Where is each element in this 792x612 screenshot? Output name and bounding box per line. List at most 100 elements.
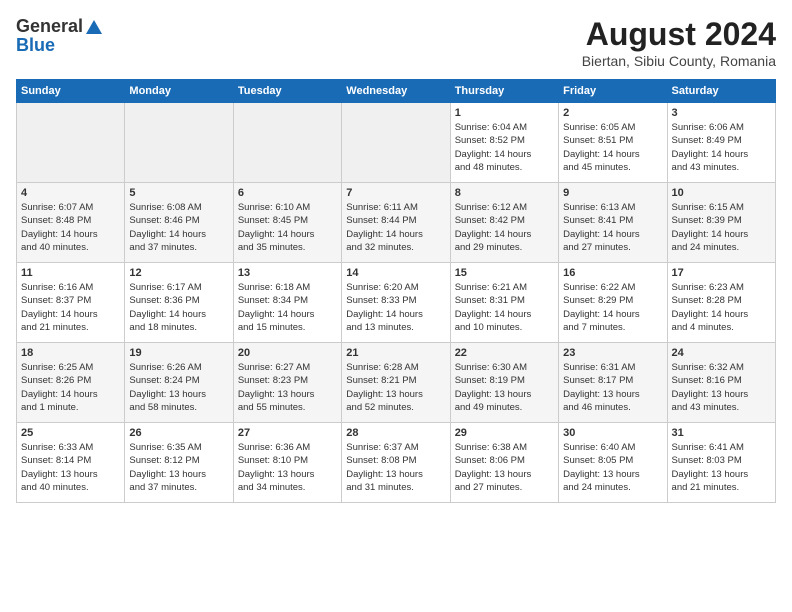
- cell-info: Sunrise: 6:17 AM Sunset: 8:36 PM Dayligh…: [129, 281, 228, 334]
- calendar-cell: 16Sunrise: 6:22 AM Sunset: 8:29 PM Dayli…: [559, 263, 667, 343]
- calendar-cell: 20 Sunrise: 6:27 AM Sunset: 8:23 PM Dayli…: [233, 343, 341, 423]
- day-number: 17: [672, 267, 771, 279]
- cell-info: Sunrise: 6:40 AM Sunset: 8:05 PM Dayligh…: [563, 441, 662, 494]
- cell-info: Sunrise: 6:41 AM Sunset: 8:03 PM Dayligh…: [672, 441, 771, 494]
- column-header-friday: Friday: [559, 80, 667, 103]
- column-header-wednesday: Wednesday: [342, 80, 450, 103]
- day-number: 25: [21, 427, 120, 439]
- cell-info: Sunrise: 6:23 AM Sunset: 8:28 PM Dayligh…: [672, 281, 771, 334]
- day-number: 15: [455, 267, 554, 279]
- logo-blue: Blue: [16, 35, 55, 56]
- title-area: August 2024 Biertan, Sibiu County, Roman…: [582, 16, 776, 69]
- day-number: 29: [455, 427, 554, 439]
- day-number: 24: [672, 347, 771, 359]
- calendar-week-4: 18 Sunrise: 6:25 AM Sunset: 8:26 PM Dayli…: [17, 343, 776, 423]
- cell-info: Sunrise: 6:38 AM Sunset: 8:06 PM Dayligh…: [455, 441, 554, 494]
- day-number: 6: [238, 187, 337, 199]
- column-header-monday: Monday: [125, 80, 233, 103]
- calendar-cell: 28 Sunrise: 6:37 AM Sunset: 8:08 PM Dayli…: [342, 423, 450, 503]
- cell-info: Sunrise: 6:05 AM Sunset: 8:51 PM Dayligh…: [563, 121, 662, 174]
- day-number: 14: [346, 267, 445, 279]
- calendar-week-5: 25 Sunrise: 6:33 AM Sunset: 8:14 PM Dayli…: [17, 423, 776, 503]
- calendar-cell: 6 Sunrise: 6:10 AM Sunset: 8:45 PM Daylig…: [233, 183, 341, 263]
- logo-general: General: [16, 16, 83, 37]
- day-number: 3: [672, 107, 771, 119]
- calendar-cell: 15 Sunrise: 6:21 AM Sunset: 8:31 PM Dayli…: [450, 263, 558, 343]
- calendar-cell: 22Sunrise: 6:30 AM Sunset: 8:19 PM Dayli…: [450, 343, 558, 423]
- header: General Blue August 2024 Biertan, Sibiu …: [16, 16, 776, 69]
- day-number: 26: [129, 427, 228, 439]
- location-subtitle: Biertan, Sibiu County, Romania: [582, 53, 776, 69]
- day-number: 31: [672, 427, 771, 439]
- calendar-week-1: 1 Sunrise: 6:04 AM Sunset: 8:52 PM Daylig…: [17, 103, 776, 183]
- calendar-cell: 3 Sunrise: 6:06 AM Sunset: 8:49 PM Daylig…: [667, 103, 775, 183]
- calendar-cell: 8Sunrise: 6:12 AM Sunset: 8:42 PM Daylig…: [450, 183, 558, 263]
- day-number: 8: [455, 187, 554, 199]
- calendar-cell: 25 Sunrise: 6:33 AM Sunset: 8:14 PM Dayli…: [17, 423, 125, 503]
- cell-info: Sunrise: 6:18 AM Sunset: 8:34 PM Dayligh…: [238, 281, 337, 334]
- calendar-cell: 27Sunrise: 6:36 AM Sunset: 8:10 PM Dayli…: [233, 423, 341, 503]
- day-number: 4: [21, 187, 120, 199]
- day-number: 1: [455, 107, 554, 119]
- day-number: 19: [129, 347, 228, 359]
- calendar-cell: 29 Sunrise: 6:38 AM Sunset: 8:06 PM Dayli…: [450, 423, 558, 503]
- calendar-cell: [125, 103, 233, 183]
- day-number: 10: [672, 187, 771, 199]
- calendar-cell: 12 Sunrise: 6:17 AM Sunset: 8:36 PM Dayli…: [125, 263, 233, 343]
- calendar-cell: 26 Sunrise: 6:35 AM Sunset: 8:12 PM Dayli…: [125, 423, 233, 503]
- day-number: 11: [21, 267, 120, 279]
- cell-info: Sunrise: 6:28 AM Sunset: 8:21 PM Dayligh…: [346, 361, 445, 414]
- day-number: 30: [563, 427, 662, 439]
- calendar-cell: 17 Sunrise: 6:23 AM Sunset: 8:28 PM Dayli…: [667, 263, 775, 343]
- day-number: 12: [129, 267, 228, 279]
- calendar-week-3: 11Sunrise: 6:16 AM Sunset: 8:37 PM Dayli…: [17, 263, 776, 343]
- day-number: 21: [346, 347, 445, 359]
- calendar-cell: 21 Sunrise: 6:28 AM Sunset: 8:21 PM Dayli…: [342, 343, 450, 423]
- logo-triangle-icon: [85, 18, 103, 36]
- cell-info: Sunrise: 6:31 AM Sunset: 8:17 PM Dayligh…: [563, 361, 662, 414]
- calendar-cell: 10 Sunrise: 6:15 AM Sunset: 8:39 PM Dayli…: [667, 183, 775, 263]
- calendar-cell: 5 Sunrise: 6:08 AM Sunset: 8:46 PM Daylig…: [125, 183, 233, 263]
- cell-info: Sunrise: 6:06 AM Sunset: 8:49 PM Dayligh…: [672, 121, 771, 174]
- day-number: 9: [563, 187, 662, 199]
- cell-info: Sunrise: 6:21 AM Sunset: 8:31 PM Dayligh…: [455, 281, 554, 334]
- calendar-cell: 31 Sunrise: 6:41 AM Sunset: 8:03 PM Dayli…: [667, 423, 775, 503]
- calendar-cell: 19Sunrise: 6:26 AM Sunset: 8:24 PM Dayli…: [125, 343, 233, 423]
- cell-info: Sunrise: 6:27 AM Sunset: 8:23 PM Dayligh…: [238, 361, 337, 414]
- day-number: 27: [238, 427, 337, 439]
- calendar-cell: [342, 103, 450, 183]
- column-header-sunday: Sunday: [17, 80, 125, 103]
- day-number: 5: [129, 187, 228, 199]
- calendar-week-2: 4 Sunrise: 6:07 AM Sunset: 8:48 PM Daylig…: [17, 183, 776, 263]
- cell-info: Sunrise: 6:04 AM Sunset: 8:52 PM Dayligh…: [455, 121, 554, 174]
- cell-info: Sunrise: 6:30 AM Sunset: 8:19 PM Dayligh…: [455, 361, 554, 414]
- calendar-cell: 11Sunrise: 6:16 AM Sunset: 8:37 PM Dayli…: [17, 263, 125, 343]
- cell-info: Sunrise: 6:37 AM Sunset: 8:08 PM Dayligh…: [346, 441, 445, 494]
- cell-info: Sunrise: 6:35 AM Sunset: 8:12 PM Dayligh…: [129, 441, 228, 494]
- cell-info: Sunrise: 6:08 AM Sunset: 8:46 PM Dayligh…: [129, 201, 228, 254]
- logo: General Blue: [16, 16, 103, 56]
- cell-info: Sunrise: 6:22 AM Sunset: 8:29 PM Dayligh…: [563, 281, 662, 334]
- day-number: 18: [21, 347, 120, 359]
- day-number: 23: [563, 347, 662, 359]
- day-number: 13: [238, 267, 337, 279]
- cell-info: Sunrise: 6:33 AM Sunset: 8:14 PM Dayligh…: [21, 441, 120, 494]
- calendar-cell: [17, 103, 125, 183]
- cell-info: Sunrise: 6:25 AM Sunset: 8:26 PM Dayligh…: [21, 361, 120, 414]
- calendar-cell: 30 Sunrise: 6:40 AM Sunset: 8:05 PM Dayli…: [559, 423, 667, 503]
- calendar-cell: 7Sunrise: 6:11 AM Sunset: 8:44 PM Daylig…: [342, 183, 450, 263]
- cell-info: Sunrise: 6:15 AM Sunset: 8:39 PM Dayligh…: [672, 201, 771, 254]
- cell-info: Sunrise: 6:11 AM Sunset: 8:44 PM Dayligh…: [346, 201, 445, 254]
- calendar-cell: [233, 103, 341, 183]
- column-header-thursday: Thursday: [450, 80, 558, 103]
- cell-info: Sunrise: 6:20 AM Sunset: 8:33 PM Dayligh…: [346, 281, 445, 334]
- calendar-cell: 4 Sunrise: 6:07 AM Sunset: 8:48 PM Daylig…: [17, 183, 125, 263]
- calendar-cell: 14 Sunrise: 6:20 AM Sunset: 8:33 PM Dayli…: [342, 263, 450, 343]
- cell-info: Sunrise: 6:13 AM Sunset: 8:41 PM Dayligh…: [563, 201, 662, 254]
- day-number: 2: [563, 107, 662, 119]
- day-number: 28: [346, 427, 445, 439]
- cell-info: Sunrise: 6:07 AM Sunset: 8:48 PM Dayligh…: [21, 201, 120, 254]
- cell-info: Sunrise: 6:10 AM Sunset: 8:45 PM Dayligh…: [238, 201, 337, 254]
- calendar-cell: 13 Sunrise: 6:18 AM Sunset: 8:34 PM Dayli…: [233, 263, 341, 343]
- day-number: 20: [238, 347, 337, 359]
